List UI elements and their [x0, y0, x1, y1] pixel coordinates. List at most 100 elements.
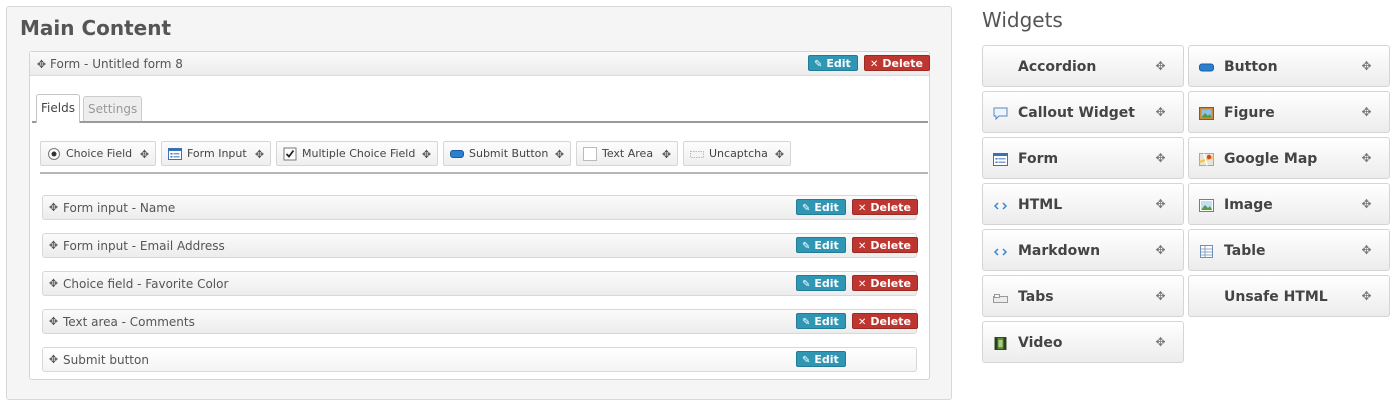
widget-label: Image	[1224, 197, 1273, 213]
widgets-title: Widgets	[982, 8, 1063, 32]
field-type-text-area[interactable]: Text Area ✥	[576, 141, 678, 166]
move-icon[interactable]: ✥	[421, 149, 432, 160]
field-row[interactable]: ✥ Submit button ✎ Edit	[42, 347, 917, 372]
move-icon[interactable]: ✥	[1155, 152, 1166, 164]
tab-fields[interactable]: Fields	[36, 94, 80, 123]
edit-button[interactable]: ✎ Edit	[796, 313, 846, 329]
field-row[interactable]: ✥ Form input - Name ✎ Edit ✕ Delete	[42, 195, 918, 220]
widget-label: Button	[1224, 59, 1278, 75]
field-row-label: Text area - Comments	[63, 315, 195, 329]
widget-google-map[interactable]: Google Map ✥	[1188, 137, 1390, 179]
chip-label: Form Input	[187, 147, 247, 160]
edit-button[interactable]: ✎ Edit	[796, 351, 846, 367]
pencil-icon: ✎	[814, 59, 823, 70]
form-delete-button[interactable]: ✕ Delete	[864, 55, 930, 71]
move-icon[interactable]: ✥	[254, 149, 265, 160]
move-icon[interactable]: ✥	[48, 240, 59, 251]
form-edit-button[interactable]: ✎ Edit	[808, 55, 858, 71]
widget-table[interactable]: Table ✥	[1188, 229, 1390, 271]
widget-form[interactable]: Form ✥	[982, 137, 1184, 179]
widget-label: Google Map	[1224, 151, 1318, 167]
move-icon[interactable]: ✥	[48, 354, 59, 365]
widget-unsafe-html[interactable]: Unsafe HTML ✥	[1188, 275, 1390, 317]
chip-label: Multiple Choice Field	[302, 147, 416, 160]
move-icon[interactable]: ✥	[1361, 244, 1372, 256]
move-icon[interactable]: ✥	[1155, 336, 1166, 348]
widget-callout[interactable]: Callout Widget ✥	[982, 91, 1184, 133]
move-icon[interactable]: ✥	[48, 278, 59, 289]
tab-settings[interactable]: Settings	[83, 96, 143, 122]
delete-button[interactable]: ✕ Delete	[852, 313, 918, 329]
delete-button[interactable]: ✕ Delete	[852, 275, 918, 291]
move-icon[interactable]: ✥	[1361, 198, 1372, 210]
edit-button[interactable]: ✎ Edit	[796, 237, 846, 253]
close-icon: ✕	[858, 241, 867, 252]
table-icon	[1200, 245, 1213, 258]
move-icon[interactable]: ✥	[1155, 290, 1166, 302]
close-icon: ✕	[870, 59, 879, 70]
checkbox-icon	[283, 147, 297, 161]
delete-button[interactable]: ✕ Delete	[852, 199, 918, 215]
close-icon: ✕	[858, 317, 867, 328]
widget-video[interactable]: Video ✥	[982, 321, 1184, 363]
close-icon: ✕	[858, 279, 867, 290]
widget-markdown[interactable]: Markdown ✥	[982, 229, 1184, 271]
widget-label: Accordion	[1018, 59, 1097, 75]
code-icon	[993, 202, 1008, 210]
widget-tabs[interactable]: Tabs ✥	[982, 275, 1184, 317]
delete-button[interactable]: ✕ Delete	[852, 237, 918, 253]
widget-html[interactable]: HTML ✥	[982, 183, 1184, 225]
move-icon[interactable]: ✥	[1361, 106, 1372, 118]
widget-label: Tabs	[1018, 289, 1054, 305]
textarea-icon	[583, 147, 597, 161]
field-type-choice-field[interactable]: Choice Field ✥	[40, 141, 156, 166]
image-icon	[1199, 199, 1214, 212]
move-icon[interactable]: ✥	[48, 202, 59, 213]
widget-label: Video	[1018, 335, 1063, 351]
field-type-submit-button[interactable]: Submit Button ✥	[443, 141, 571, 166]
move-icon[interactable]: ✥	[36, 59, 47, 70]
form-title: Form - Untitled form 8	[50, 57, 183, 71]
field-row[interactable]: ✥ Text area - Comments ✎ Edit ✕ Delete	[42, 309, 918, 334]
widget-image[interactable]: Image ✥	[1188, 183, 1390, 225]
pencil-icon: ✎	[802, 241, 811, 252]
edit-button[interactable]: ✎ Edit	[796, 275, 846, 291]
move-icon[interactable]: ✥	[1155, 198, 1166, 210]
chip-label: Submit Button	[469, 147, 549, 160]
form-header[interactable]: ✥ Form - Untitled form 8 ✎ Edit ✕ Delete	[30, 52, 930, 76]
move-icon[interactable]: ✥	[1361, 152, 1372, 164]
pencil-icon: ✎	[802, 317, 811, 328]
pencil-icon: ✎	[802, 203, 811, 214]
code-icon	[993, 248, 1008, 256]
chip-label: Text Area	[602, 147, 654, 160]
widget-label: Markdown	[1018, 243, 1101, 259]
field-type-form-input[interactable]: Form Input ✥	[161, 141, 271, 166]
tabs-icon	[993, 294, 1008, 303]
move-icon[interactable]: ✥	[1361, 290, 1372, 302]
move-icon[interactable]: ✥	[554, 149, 565, 160]
widget-figure[interactable]: Figure ✥	[1188, 91, 1390, 133]
move-icon[interactable]: ✥	[661, 149, 672, 160]
move-icon[interactable]: ✥	[139, 149, 150, 160]
field-type-uncaptcha[interactable]: Uncaptcha ✥	[683, 141, 791, 166]
form-icon	[993, 153, 1008, 166]
move-icon[interactable]: ✥	[48, 316, 59, 327]
widget-label: Callout Widget	[1018, 105, 1135, 121]
field-type-multiple-choice-field[interactable]: Multiple Choice Field ✥	[276, 141, 438, 166]
move-icon[interactable]: ✥	[1155, 106, 1166, 118]
move-icon[interactable]: ✥	[1155, 60, 1166, 72]
field-row-label: Choice field - Favorite Color	[63, 277, 229, 291]
move-icon[interactable]: ✥	[1361, 60, 1372, 72]
move-icon[interactable]: ✥	[774, 149, 785, 160]
edit-button[interactable]: ✎ Edit	[796, 199, 846, 215]
widget-accordion[interactable]: Accordion ✥	[982, 45, 1184, 87]
widget-label: Form	[1018, 151, 1059, 167]
widget-label: Figure	[1224, 105, 1275, 121]
move-icon[interactable]: ✥	[1155, 244, 1166, 256]
widget-button[interactable]: Button ✥	[1188, 45, 1390, 87]
field-row[interactable]: ✥ Choice field - Favorite Color ✎ Edit ✕ D…	[42, 271, 918, 296]
widget-label: Unsafe HTML	[1224, 289, 1328, 305]
map-icon	[1199, 153, 1214, 166]
field-row[interactable]: ✥ Form input - Email Address ✎ Edit ✕ Dele…	[42, 233, 918, 258]
tabs-divider	[32, 121, 928, 123]
